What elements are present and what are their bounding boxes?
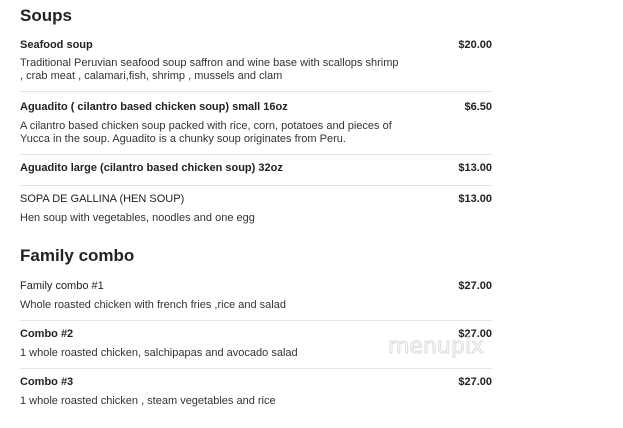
item-description: Hen soup with vegetables, noodles and on… xyxy=(20,212,255,224)
menu-item[interactable]: Aguadito large (cilantro based chicken s… xyxy=(20,162,492,186)
section-soups: Soups xyxy=(20,6,492,26)
item-price: $13.00 xyxy=(458,162,492,174)
menu-item[interactable]: Seafood soup $20.00 Traditional Peruvian… xyxy=(20,39,492,92)
menu-item[interactable]: Family combo #1 $27.00 Whole roasted chi… xyxy=(20,280,492,321)
menu-item[interactable]: Aguadito ( cilantro based chicken soup) … xyxy=(20,101,492,155)
item-description: Traditional Peruvian seafood soup saffro… xyxy=(20,57,399,82)
menu-item[interactable]: SOPA DE GALLINA (HEN SOUP) $13.00 Hen so… xyxy=(20,193,492,225)
item-name: SOPA DE GALLINA (HEN SOUP) xyxy=(20,193,185,205)
item-description: 1 whole roasted chicken , steam vegetabl… xyxy=(20,395,276,407)
item-price: $20.00 xyxy=(458,39,492,51)
item-description: Whole roasted chicken with french fries … xyxy=(20,299,286,311)
item-name: Aguadito ( cilantro based chicken soup) … xyxy=(20,101,288,113)
item-price: $27.00 xyxy=(458,328,492,340)
item-name: Family combo #1 xyxy=(20,280,104,292)
item-price: $6.50 xyxy=(464,101,492,113)
item-description: 1 whole roasted chicken, salchipapas and… xyxy=(20,347,298,359)
item-name: Aguadito large (cilantro based chicken s… xyxy=(20,162,283,174)
section-title: Family combo xyxy=(20,246,135,265)
item-name: Seafood soup xyxy=(20,39,93,51)
menu-item[interactable]: Combo #2 $27.00 1 whole roasted chicken,… xyxy=(20,328,492,369)
item-price: $27.00 xyxy=(458,376,492,388)
section-title: Soups xyxy=(20,6,72,25)
item-description: A cilantro based chicken soup packed wit… xyxy=(20,120,392,145)
item-name: Combo #2 xyxy=(20,328,74,340)
item-price: $27.00 xyxy=(458,280,492,292)
section-family-combo: Family combo xyxy=(20,246,492,266)
menu-item[interactable]: Combo #3 $27.00 1 whole roasted chicken … xyxy=(20,376,492,416)
item-price: $13.00 xyxy=(458,193,492,205)
item-name: Combo #3 xyxy=(20,376,74,388)
